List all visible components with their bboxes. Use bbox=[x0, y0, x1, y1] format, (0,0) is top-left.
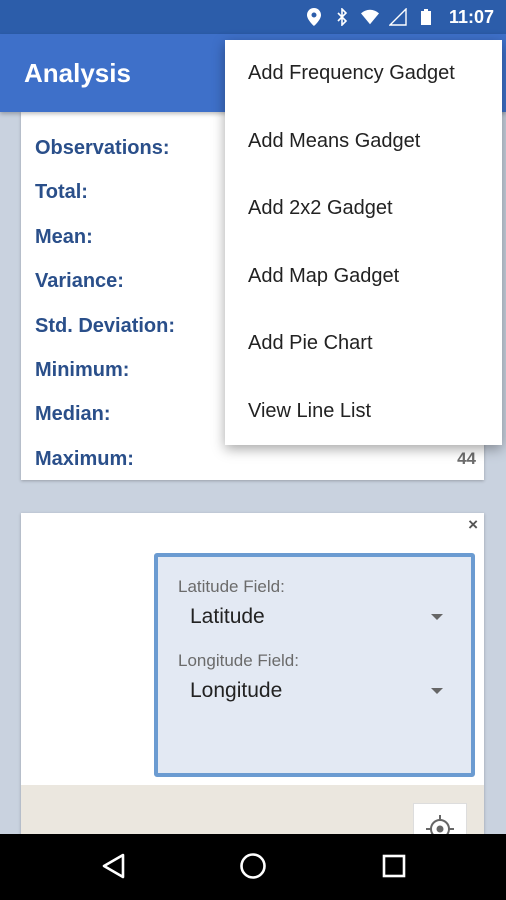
wifi-icon bbox=[360, 8, 379, 26]
stat-label: Mean: bbox=[35, 225, 93, 248]
recents-square-icon bbox=[382, 854, 406, 878]
stat-label: Minimum: bbox=[35, 358, 130, 381]
clock: 11:07 bbox=[448, 6, 494, 27]
status-bar: 11:07 bbox=[0, 0, 506, 34]
location-icon bbox=[305, 8, 323, 26]
stat-value: 44 bbox=[457, 449, 476, 468]
close-gadget-button[interactable]: × bbox=[468, 515, 478, 535]
menu-item-add-means-gadget[interactable]: Add Means Gadget bbox=[225, 108, 502, 175]
stat-label: Total: bbox=[35, 180, 88, 203]
menu-item-add-pie-chart[interactable]: Add Pie Chart bbox=[225, 310, 502, 377]
map-field-selector: Latitude Field: Latitude Longitude Field… bbox=[154, 553, 475, 777]
stat-label: Maximum: bbox=[35, 447, 134, 470]
latitude-field-label: Latitude Field: bbox=[178, 577, 285, 596]
back-triangle-icon bbox=[102, 853, 125, 879]
recents-button[interactable] bbox=[377, 849, 411, 883]
stat-label: Median: bbox=[35, 402, 111, 425]
stat-row-maximum: Maximum: 44 bbox=[35, 444, 476, 474]
latitude-field-value: Latitude bbox=[190, 605, 265, 628]
home-circle-icon bbox=[240, 853, 266, 879]
longitude-field-value: Longitude bbox=[190, 679, 283, 702]
screen: 11:07 Analysis Observations: Total: Mean… bbox=[0, 0, 506, 900]
back-button[interactable] bbox=[96, 849, 130, 883]
battery-icon bbox=[417, 8, 435, 26]
menu-item-add-frequency-gadget[interactable]: Add Frequency Gadget bbox=[225, 40, 502, 107]
menu-item-add-map-gadget[interactable]: Add Map Gadget bbox=[225, 243, 502, 310]
home-button[interactable] bbox=[236, 849, 270, 883]
stat-label: Std. Deviation: bbox=[35, 314, 176, 337]
system-nav-bar bbox=[0, 834, 506, 900]
menu-item-add-2x2-gadget[interactable]: Add 2x2 Gadget bbox=[225, 175, 502, 242]
menu-item-view-line-list[interactable]: View Line List bbox=[225, 378, 502, 445]
dropdown-caret-icon bbox=[431, 688, 443, 694]
signal-icon bbox=[388, 8, 407, 26]
bluetooth-icon bbox=[333, 8, 351, 26]
page-title: Analysis bbox=[24, 57, 131, 88]
latitude-field-select[interactable]: Latitude bbox=[190, 601, 443, 633]
map-gadget-card: × Latitude Field: Latitude Longitude Fie… bbox=[21, 513, 484, 853]
longitude-field-select[interactable]: Longitude bbox=[190, 675, 443, 707]
stat-label: Observations: bbox=[35, 136, 170, 159]
stat-label: Variance: bbox=[35, 269, 124, 292]
dropdown-caret-icon bbox=[431, 614, 443, 620]
longitude-field-label: Longitude Field: bbox=[178, 651, 299, 670]
overflow-menu: Add Frequency Gadget Add Means Gadget Ad… bbox=[225, 40, 502, 445]
